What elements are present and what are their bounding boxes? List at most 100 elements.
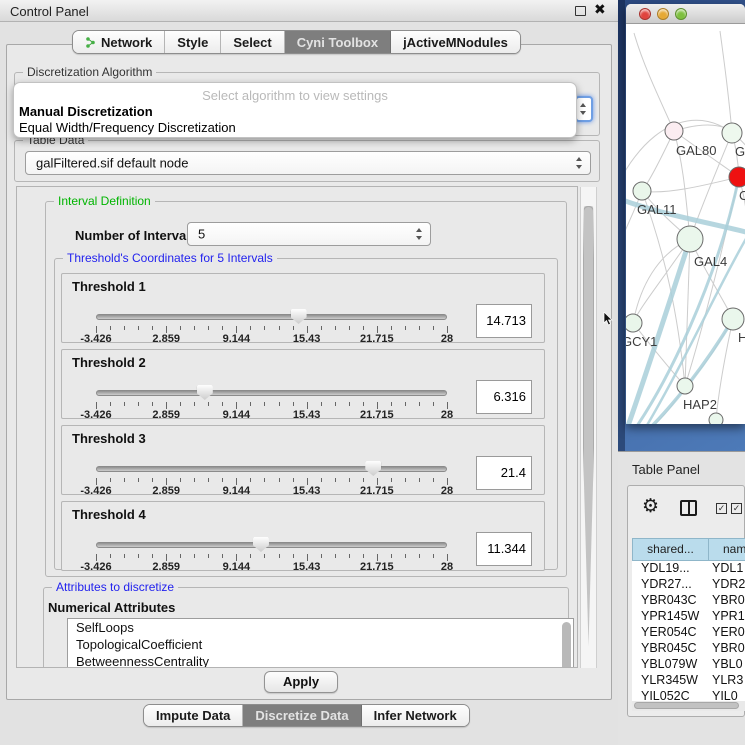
mouse-cursor (603, 312, 613, 326)
network-node-gal4[interactable] (677, 226, 703, 252)
column-header-name[interactable]: name (709, 538, 745, 561)
threshold-slider-thumb[interactable] (253, 537, 269, 552)
slider-tick (236, 402, 237, 409)
table-row[interactable]: YLR345WYLR3 (632, 673, 745, 689)
settings-scroll-area: Interval Definition Number of Intervals … (16, 186, 578, 668)
network-edge[interactable] (642, 177, 739, 192)
network-node-gcy1[interactable] (626, 314, 642, 332)
numerical-attributes-label: Numerical Attributes (48, 600, 175, 615)
threshold-slider-thumb[interactable] (291, 309, 307, 324)
close-traffic-light[interactable] (639, 8, 651, 20)
threshold-slider-track[interactable] (96, 390, 447, 396)
network-node-hap2[interactable] (677, 378, 693, 394)
attribute-item-selfloops[interactable]: SelfLoops (68, 619, 573, 636)
algorithm-combobox[interactable] (575, 96, 593, 122)
group-attributes: Attributes to discretize Numerical Attri… (43, 587, 569, 668)
checkbox-icon[interactable]: ✓ (716, 503, 727, 514)
attribute-item-topologicalcoefficient[interactable]: TopologicalCoefficient (68, 636, 573, 653)
threshold-value-input[interactable]: 11.344 (476, 532, 532, 566)
network-edge[interactable] (642, 131, 674, 191)
network-node-ga[interactable] (722, 123, 742, 143)
tab-network[interactable]: Network (73, 31, 165, 53)
close-icon[interactable]: ✖ (594, 4, 606, 15)
slider-tick (222, 478, 223, 482)
tab-cyni-toolbox[interactable]: Cyni Toolbox (285, 31, 391, 53)
table-row[interactable]: YBL079WYBL0 (632, 657, 745, 673)
apply-button[interactable]: Apply (264, 671, 338, 693)
dropdown-item-manual-discretization[interactable]: Manual Discretization (19, 104, 153, 119)
num-intervals-combobox[interactable]: 5 (187, 222, 431, 246)
table-hscrollbar[interactable] (632, 701, 745, 711)
network-node-c[interactable] (729, 167, 745, 187)
tab-discretize-data[interactable]: Discretize Data (243, 705, 361, 726)
table-row[interactable]: YDL19...YDL1 (632, 561, 745, 577)
network-node-gal11[interactable] (633, 182, 651, 200)
threshold-slider-thumb[interactable] (197, 385, 213, 400)
slider-tick (110, 554, 111, 558)
node-label: GA (735, 144, 745, 159)
tab-jactivemnodules[interactable]: jActiveMNodules (391, 31, 520, 53)
tab-label: Infer Network (374, 708, 457, 723)
tab-style[interactable]: Style (165, 31, 221, 53)
attributes-listbox[interactable]: SelfLoopsTopologicalCoefficientBetweenne… (67, 618, 574, 668)
column-header-shared-name[interactable]: shared... (632, 538, 709, 561)
threshold-value-input[interactable]: 14.713 (476, 304, 532, 338)
gear-icon[interactable]: ⚙ (642, 495, 659, 518)
threshold-value-input[interactable]: 6.316 (476, 380, 532, 414)
float-window-icon[interactable] (575, 6, 586, 16)
zoom-traffic-light[interactable] (675, 8, 687, 20)
threshold-slider-track[interactable] (96, 542, 447, 548)
attributes-items: SelfLoopsTopologicalCoefficientBetweenne… (68, 619, 573, 668)
network-edge[interactable] (642, 191, 685, 386)
slider-tick (433, 326, 434, 330)
tab-select[interactable]: Select (221, 31, 284, 53)
cell-shared-name: YDR27... (632, 577, 709, 593)
control-panel-titlebar: Control Panel ✖ (0, 0, 618, 22)
network-edge[interactable] (720, 31, 732, 133)
table-row[interactable]: YDR27...YDR2 (632, 577, 745, 593)
slider-tick (222, 554, 223, 558)
threshold-slider-track[interactable] (96, 314, 447, 320)
cell-shared-name: YBR043C (632, 593, 709, 609)
group-title: Threshold's Coordinates for 5 Intervals (63, 251, 277, 265)
network-edge[interactable] (685, 239, 690, 386)
slider-tick (405, 326, 406, 330)
tab-label: Style (177, 35, 208, 50)
network-canvas[interactable]: GAL80GACGAL11GAL4GCY1HHAP2 (626, 25, 745, 424)
list-scrollbar-thumb[interactable] (562, 622, 571, 668)
attribute-item-betweennesscentrality[interactable]: BetweennessCentrality (68, 653, 573, 668)
table-hscrollbar-thumb[interactable] (634, 702, 739, 709)
slider-tick (321, 326, 322, 330)
slider-tick (293, 554, 294, 558)
tick-label: 2.859 (152, 409, 180, 421)
network-window-titlebar[interactable] (626, 4, 745, 24)
settings-scrollbar-thumb[interactable] (583, 206, 594, 646)
settings-scrollbar[interactable] (580, 187, 597, 668)
tick-label: 28 (441, 561, 453, 573)
tab-impute-data[interactable]: Impute Data (144, 705, 243, 726)
network-node-gal80[interactable] (665, 122, 683, 140)
table-data-combobox[interactable]: galFiltered.sif default node (25, 151, 591, 175)
tab-infer-network[interactable]: Infer Network (362, 705, 469, 726)
table-row[interactable]: YPR145WYPR1 (632, 609, 745, 625)
threshold-slider-track[interactable] (96, 466, 447, 472)
tick-label: 15.43 (293, 485, 321, 497)
minimize-traffic-light[interactable] (657, 8, 669, 20)
threshold-slider-thumb[interactable] (365, 461, 381, 476)
table-row[interactable]: YBR045CYBR0 (632, 641, 745, 657)
checkbox-icon[interactable]: ✓ (731, 503, 742, 514)
network-edge[interactable] (634, 33, 674, 131)
split-columns-icon[interactable] (680, 500, 697, 516)
threshold-panel-1: Threshold 1-3.4262.8599.14415.4321.71528… (61, 273, 545, 343)
table-row[interactable]: YBR043CYBR0 (632, 593, 745, 609)
threshold-value-input[interactable]: 21.4 (476, 456, 532, 490)
dropdown-item-equal-width-frequency[interactable]: Equal Width/Frequency Discretization (19, 120, 236, 135)
network-node-8[interactable] (709, 413, 723, 424)
cell-name: YBL0 (709, 657, 745, 673)
network-node-h[interactable] (722, 308, 744, 330)
slider-tick (419, 402, 420, 406)
network-edge[interactable] (690, 239, 733, 319)
table-row[interactable]: YER054CYER0 (632, 625, 745, 641)
cell-shared-name: YBL079W (632, 657, 709, 673)
slider-tick (377, 402, 378, 409)
